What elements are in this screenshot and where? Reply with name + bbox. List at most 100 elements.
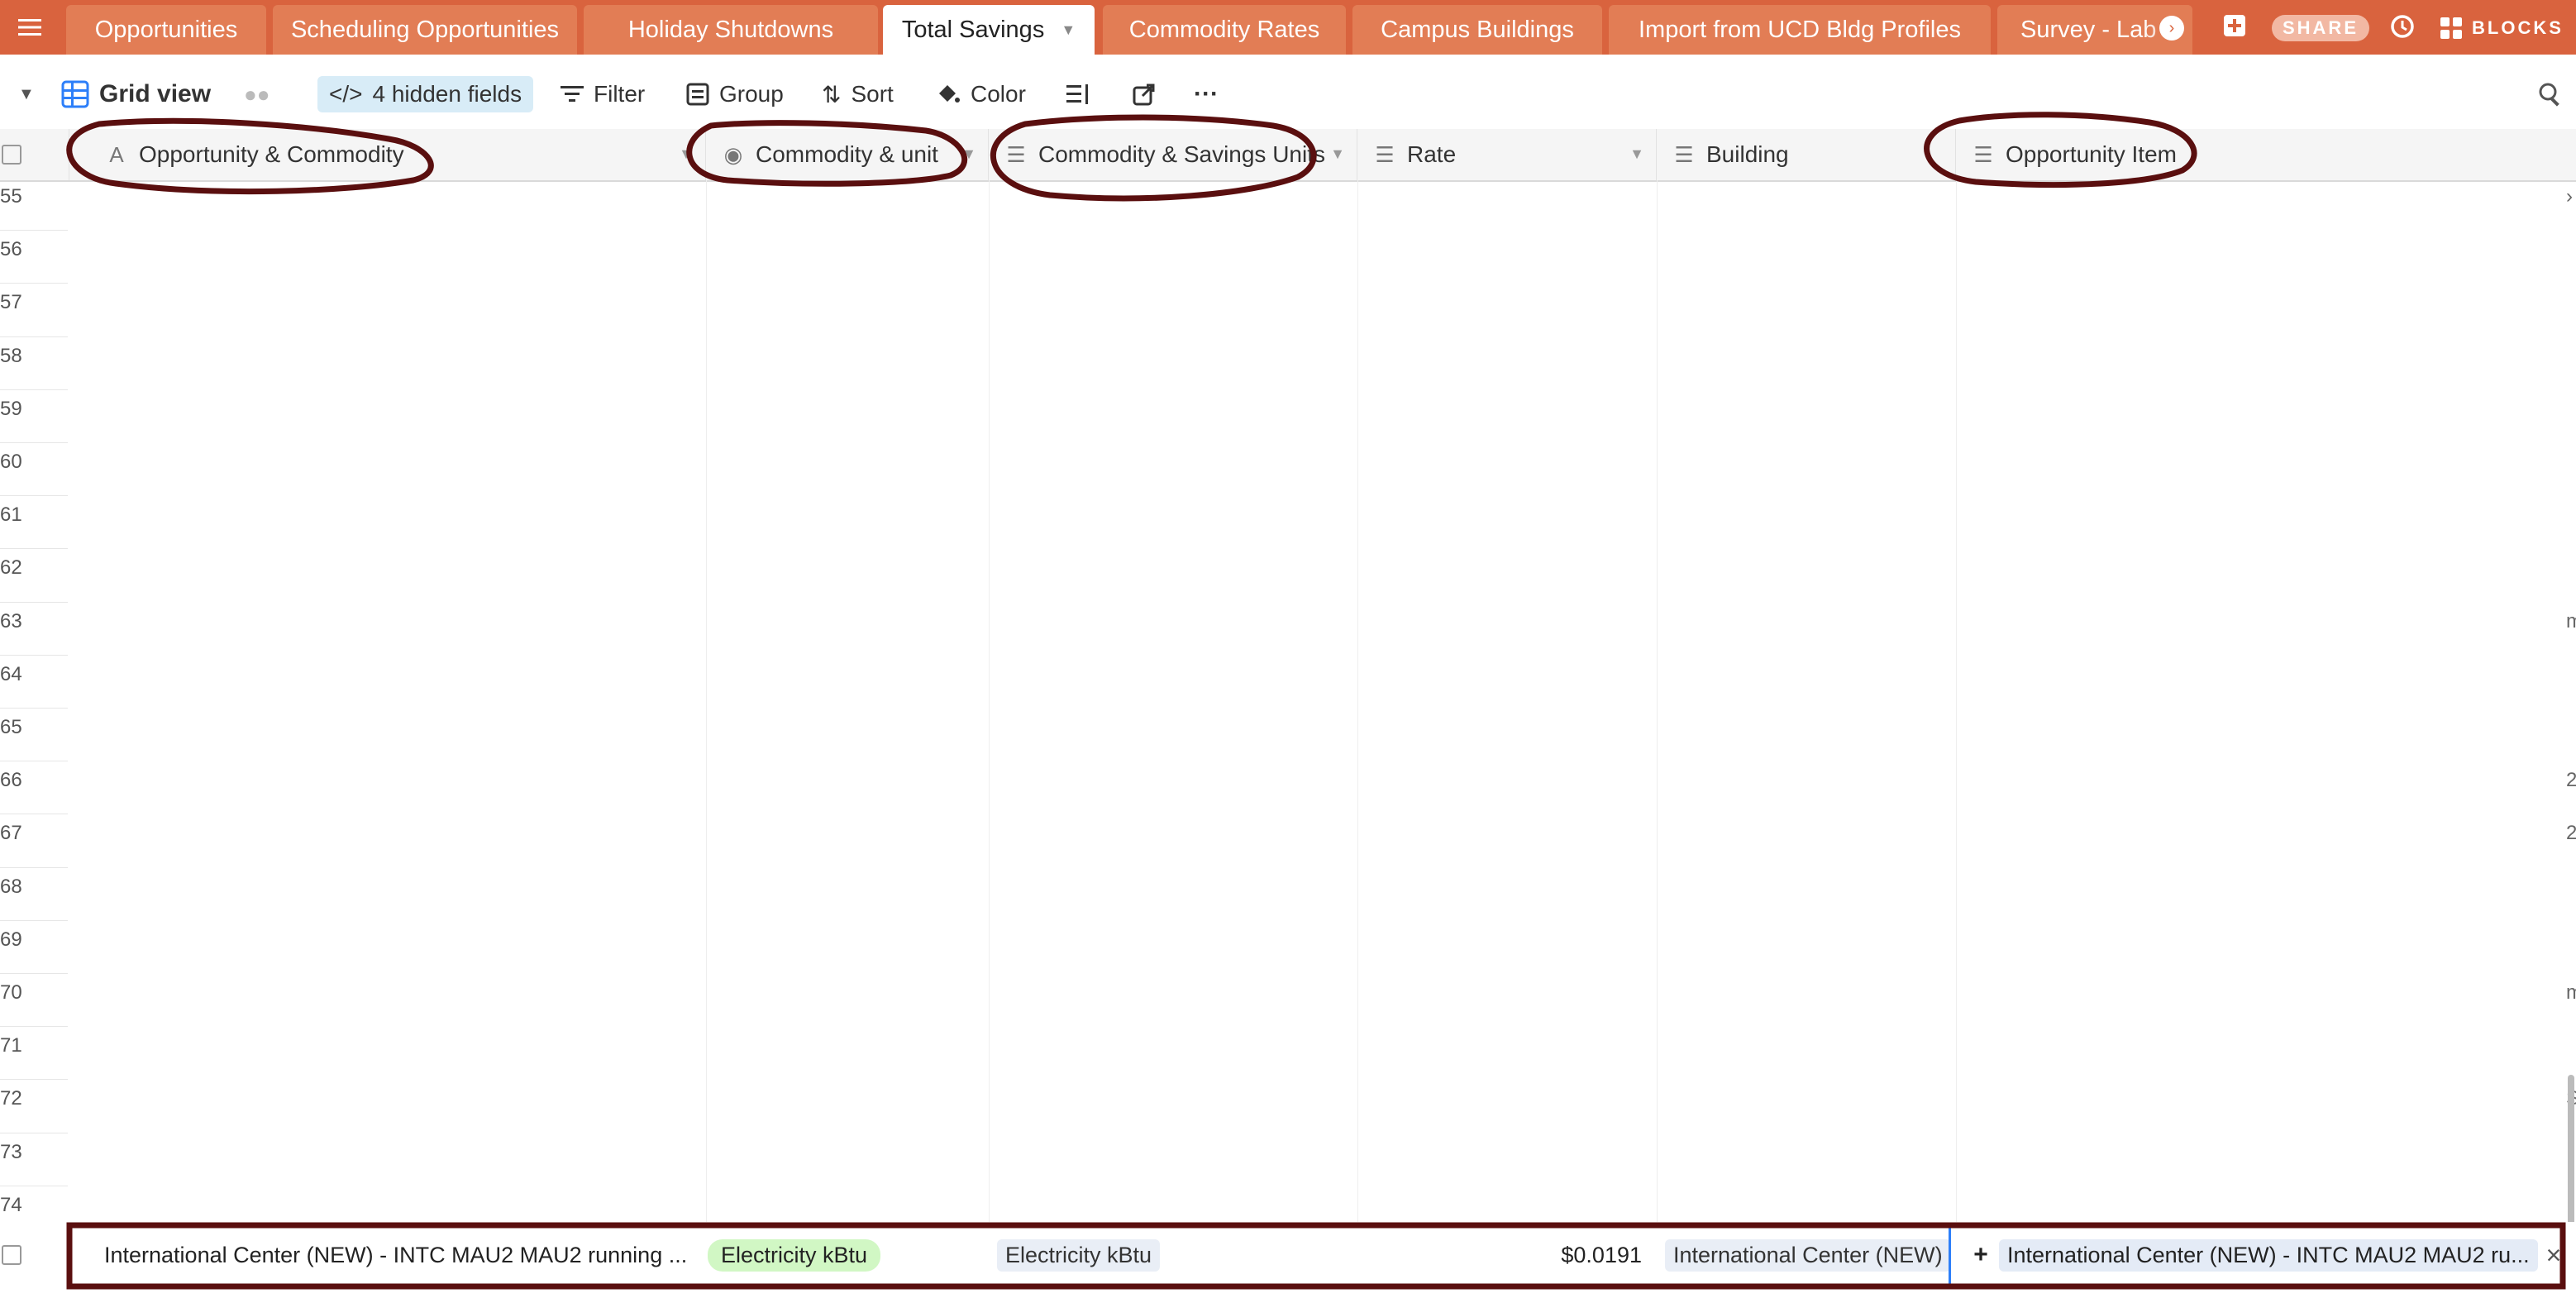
- cell-commodity-savings-units[interactable]: Electricity kBtu: [997, 1222, 1352, 1288]
- row-divider: [0, 495, 68, 497]
- column-header-opportunity-commodity[interactable]: A Opportunity & Commodity ▼: [69, 129, 706, 180]
- row-divider: [0, 601, 68, 603]
- view-switcher[interactable]: Grid view ●●: [61, 76, 270, 112]
- grid-header: A Opportunity & Commodity ▼ ◉ Commodity …: [0, 129, 2576, 182]
- text-field-icon: A: [109, 141, 124, 167]
- column-label: Commodity & Savings Units: [1038, 141, 1326, 167]
- row-number: 73: [0, 1140, 22, 1163]
- row-number: 72: [0, 1087, 22, 1110]
- row-number: 65: [0, 716, 22, 738]
- table-row[interactable]: International Center (NEW) - INTC MAU2 M…: [0, 1222, 2576, 1298]
- row-number: 60: [0, 451, 22, 473]
- select-all-checkbox[interactable]: [2, 145, 21, 165]
- row-divider: [0, 866, 68, 868]
- column-divider: [1657, 180, 1658, 1298]
- column-label: Commodity & unit: [756, 141, 938, 167]
- column-header-building[interactable]: ☰ Building: [1657, 129, 1956, 180]
- tab-total-savings[interactable]: Total Savings ▼: [883, 5, 1095, 55]
- row-number: 66: [0, 769, 22, 792]
- column-label: Building: [1706, 141, 1789, 167]
- tab-label: Campus Buildings: [1381, 16, 1574, 43]
- add-link-icon[interactable]: +: [1964, 1222, 1997, 1288]
- row-number: 55: [0, 185, 22, 208]
- hamburger-menu-icon[interactable]: [8, 0, 51, 55]
- chevron-down-icon[interactable]: ▼: [679, 146, 694, 163]
- tab-scheduling-opportunities[interactable]: Scheduling Opportunities: [273, 5, 577, 55]
- tab-opportunities[interactable]: Opportunities: [66, 5, 266, 55]
- blocks-button[interactable]: BLOCKS: [2439, 15, 2564, 41]
- x-glyph: ×: [2545, 1239, 2562, 1270]
- lookup-field-icon: ☰: [1674, 141, 1694, 167]
- hide-fields-icon: </>: [329, 81, 363, 107]
- tab-campus-buildings[interactable]: Campus Buildings: [1352, 5, 1602, 55]
- clipped-cell-fragment: 2: [2566, 769, 2576, 792]
- column-divider: [989, 180, 990, 1298]
- column-header-commodity-savings-units[interactable]: ☰ Commodity & Savings Units ▼: [989, 129, 1357, 180]
- row-divider: [0, 548, 68, 550]
- color-button[interactable]: Color: [936, 76, 1026, 112]
- lookup-field-icon: ☰: [1006, 141, 1026, 167]
- cell-opportunity-commodity[interactable]: International Center (NEW) - INTC MAU2 M…: [104, 1222, 693, 1288]
- row-checkbox[interactable]: [2, 1222, 21, 1288]
- more-options-button[interactable]: ···: [1194, 76, 1219, 112]
- history-icon[interactable]: [2389, 13, 2416, 40]
- collaborators-icon[interactable]: ●●: [244, 82, 270, 107]
- row-number: 62: [0, 556, 22, 580]
- share-button[interactable]: SHARE: [2272, 15, 2369, 41]
- column-divider: [1357, 180, 1358, 1298]
- cell-text: International Center (NEW) - INTC MAU2 M…: [104, 1242, 688, 1267]
- tab-label: Total Savings: [901, 16, 1045, 43]
- tab-holiday-shutdowns[interactable]: Holiday Shutdowns: [584, 5, 878, 55]
- group-button[interactable]: Group: [686, 76, 784, 112]
- hidden-fields-button[interactable]: </> 4 hidden fields: [317, 76, 534, 112]
- row-number: 74: [0, 1193, 22, 1216]
- chevron-down-icon[interactable]: ▼: [961, 146, 976, 163]
- clipped-cell-fragment: m: [2566, 981, 2576, 1004]
- collapse-sidebar-icon[interactable]: ▼: [18, 76, 35, 112]
- row-number: 63: [0, 609, 22, 632]
- filter-button[interactable]: Filter: [561, 76, 645, 112]
- row-number: 71: [0, 1034, 22, 1057]
- cell-opportunity-item[interactable]: International Center (NEW) - INTC MAU2 M…: [1999, 1222, 2538, 1288]
- view-name: Grid view: [99, 80, 212, 107]
- row-number: 67: [0, 822, 22, 845]
- row-height-button[interactable]: [1066, 76, 1090, 112]
- column-header-commodity-unit[interactable]: ◉ Commodity & unit ▼: [706, 129, 989, 180]
- select-all-cell: [0, 129, 69, 180]
- cell-rate[interactable]: $0.0191: [1357, 1222, 1642, 1288]
- column-header-opportunity-item[interactable]: ☰ Opportunity Item: [1956, 129, 2576, 180]
- tab-import-ucd-bldg-profiles[interactable]: Import from UCD Bldg Profiles: [1609, 5, 1991, 55]
- row-divider: [0, 919, 68, 921]
- lookup-chip: Electricity kBtu: [997, 1238, 1161, 1272]
- search-button[interactable]: [2538, 76, 2563, 112]
- row-divider: [0, 389, 68, 390]
- select-chip: Electricity kBtu: [708, 1238, 881, 1272]
- blocks-icon: [2440, 17, 2462, 39]
- row-number: 64: [0, 662, 22, 685]
- row-number: 57: [0, 291, 22, 314]
- cell-commodity-unit[interactable]: Electricity kBtu: [708, 1222, 985, 1288]
- remove-link-icon[interactable]: ×: [2540, 1222, 2568, 1288]
- linked-record-chip[interactable]: International Center (NEW) - INTC MAU2 M…: [1999, 1238, 2538, 1272]
- column-label: Opportunity & Commodity: [139, 141, 404, 167]
- column-header-rate[interactable]: ☰ Rate ▼: [1357, 129, 1657, 180]
- add-table-icon[interactable]: [2222, 13, 2247, 38]
- scroll-tabs-right-icon[interactable]: ›: [2159, 16, 2184, 41]
- chevron-down-icon[interactable]: ▼: [1330, 146, 1345, 163]
- table-tab-bar: Opportunities Scheduling Opportunities H…: [0, 0, 2576, 55]
- share-view-button[interactable]: [1133, 76, 1156, 112]
- clipped-cell-fragment: 2: [2566, 822, 2576, 845]
- sort-button[interactable]: ⇅ Sort: [822, 76, 894, 112]
- sort-icon: ⇅: [822, 81, 842, 107]
- grid-rows: 55 56 57 58 59 60 61 62 63 64 65 66 67 68 69 70 71 72 73 74…: [0, 180, 2576, 1298]
- row-divider: [0, 973, 68, 974]
- hidden-fields-label: 4 hidden fields: [372, 81, 522, 107]
- row-height-icon: [1066, 84, 1088, 104]
- tab-label: Scheduling Opportunities: [290, 16, 560, 43]
- filter-label: Filter: [594, 81, 646, 107]
- chevron-down-icon[interactable]: ▼: [1061, 21, 1076, 39]
- row-number: 68: [0, 875, 22, 898]
- cell-building[interactable]: International Center (NEW): [1665, 1222, 1949, 1288]
- chevron-down-icon[interactable]: ▼: [1629, 146, 1644, 163]
- tab-commodity-rates[interactable]: Commodity Rates: [1103, 5, 1346, 55]
